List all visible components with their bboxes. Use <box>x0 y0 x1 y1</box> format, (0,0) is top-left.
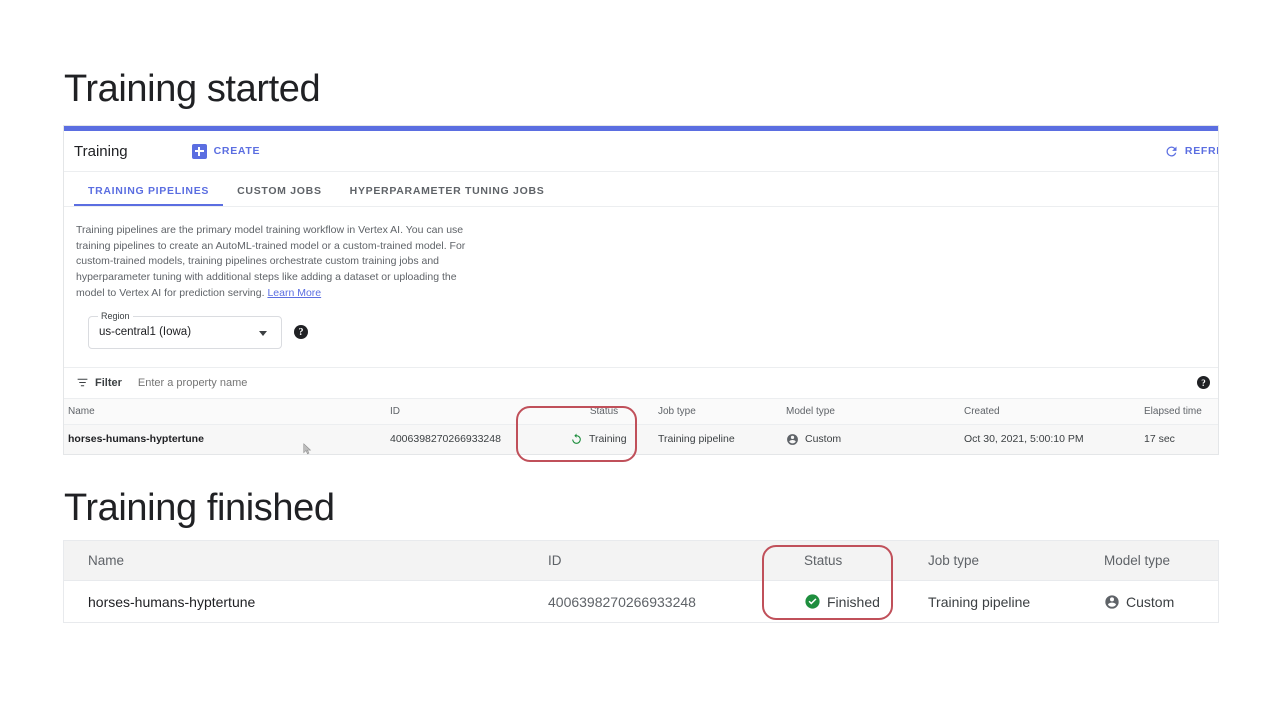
cell-elapsed-time: 17 sec <box>1144 424 1218 454</box>
status-label: Finished <box>827 593 880 610</box>
filter-help-icon[interactable]: ? <box>1197 376 1210 390</box>
chevron-down-icon[interactable] <box>259 330 267 336</box>
tab-custom-jobs[interactable]: CUSTOM JOBS <box>223 185 336 206</box>
column-header-elapsed[interactable]: Elapsed time <box>1144 398 1218 425</box>
refresh-icon <box>1164 144 1179 159</box>
create-button[interactable]: CREATE <box>191 143 261 159</box>
check-circle-icon <box>804 593 821 610</box>
region-select[interactable]: Region us-central1 (Iowa) <box>88 310 282 349</box>
region-selected-value: us-central1 (Iowa) <box>99 325 192 338</box>
column-header-job-type[interactable]: Job type <box>658 398 786 425</box>
column-header-status[interactable]: Status <box>550 398 658 425</box>
cell-model-type: Custom <box>786 424 964 454</box>
plus-icon <box>191 143 207 159</box>
training-spinner-icon <box>570 433 583 446</box>
panel-title: Training <box>74 142 128 160</box>
model-type-label: Custom <box>1126 593 1175 610</box>
cell-job-type: Training pipeline <box>658 424 786 454</box>
description-text: Training pipelines are the primary model… <box>76 223 476 302</box>
column-header-model-type[interactable]: Model type <box>1104 541 1218 581</box>
refresh-button-label: REFRESH <box>1184 145 1218 157</box>
column-header-id[interactable]: ID <box>390 398 550 425</box>
mouse-cursor <box>303 443 312 455</box>
account-circle-icon <box>1104 594 1120 610</box>
column-header-name[interactable]: Name <box>64 541 548 581</box>
cell-name[interactable]: horses-humans-hyptertune <box>64 424 390 454</box>
status-label: Training <box>589 433 627 446</box>
account-circle-icon <box>786 433 799 446</box>
tab-bar: TRAINING PIPELINES CUSTOM JOBS HYPERPARA… <box>64 172 1218 207</box>
training-finished-panel: Name ID Status Job type Model type horse… <box>64 541 1218 622</box>
filter-bar: Filter ? <box>64 366 1218 399</box>
cell-job-type: Training pipeline <box>928 580 1104 622</box>
table-header-row: Name ID Status Job type Model type Creat… <box>64 398 1218 425</box>
learn-more-link[interactable]: Learn More <box>267 287 321 299</box>
column-header-job-type[interactable]: Job type <box>928 541 1104 581</box>
region-selector-row: Region us-central1 (Iowa) ? <box>88 310 1206 349</box>
filter-label: Filter <box>95 376 122 389</box>
column-header-id[interactable]: ID <box>548 541 804 581</box>
cell-name[interactable]: horses-humans-hyptertune <box>64 580 548 622</box>
column-header-name[interactable]: Name <box>64 398 390 425</box>
cell-id: 4006398270266933248 <box>548 580 804 622</box>
filter-icon[interactable] <box>76 376 89 389</box>
create-button-label: CREATE <box>213 145 261 157</box>
page-title-training-started: Training started <box>64 68 321 110</box>
description-area: Training pipelines are the primary model… <box>64 207 1218 349</box>
region-label: Region <box>98 310 133 321</box>
table-row[interactable]: horses-humans-hyptertune 400639827026693… <box>64 580 1218 622</box>
cell-model-type: Custom <box>1104 580 1218 622</box>
training-finished-table: Name ID Status Job type Model type horse… <box>64 541 1218 622</box>
model-type-label: Custom <box>805 433 842 446</box>
vertex-ai-training-console-panel: Training CREATE REFRESH TRAINING PIPELIN… <box>64 126 1218 454</box>
column-header-status[interactable]: Status <box>804 541 928 581</box>
training-pipelines-table: Name ID Status Job type Model type Creat… <box>64 398 1218 454</box>
cell-status: Finished <box>804 580 928 622</box>
page-title-training-finished: Training finished <box>64 487 335 529</box>
tab-training-pipelines[interactable]: TRAINING PIPELINES <box>74 185 223 206</box>
region-help-icon[interactable]: ? <box>294 325 308 340</box>
column-header-created[interactable]: Created <box>964 398 1144 425</box>
cell-created: Oct 30, 2021, 5:00:10 PM <box>964 424 1144 454</box>
column-header-model-type[interactable]: Model type <box>786 398 964 425</box>
cell-status: Training <box>550 424 658 454</box>
tab-hyperparameter-tuning-jobs[interactable]: HYPERPARAMETER TUNING JOBS <box>336 185 559 206</box>
panel-toolbar: Training CREATE REFRESH <box>64 131 1218 172</box>
filter-input[interactable] <box>135 375 440 390</box>
refresh-button[interactable]: REFRESH <box>1164 144 1218 159</box>
table-header-row: Name ID Status Job type Model type <box>64 541 1218 581</box>
table-row[interactable]: horses-humans-hyptertune 400639827026693… <box>64 424 1218 454</box>
cell-id: 4006398270266933248 <box>390 424 550 454</box>
